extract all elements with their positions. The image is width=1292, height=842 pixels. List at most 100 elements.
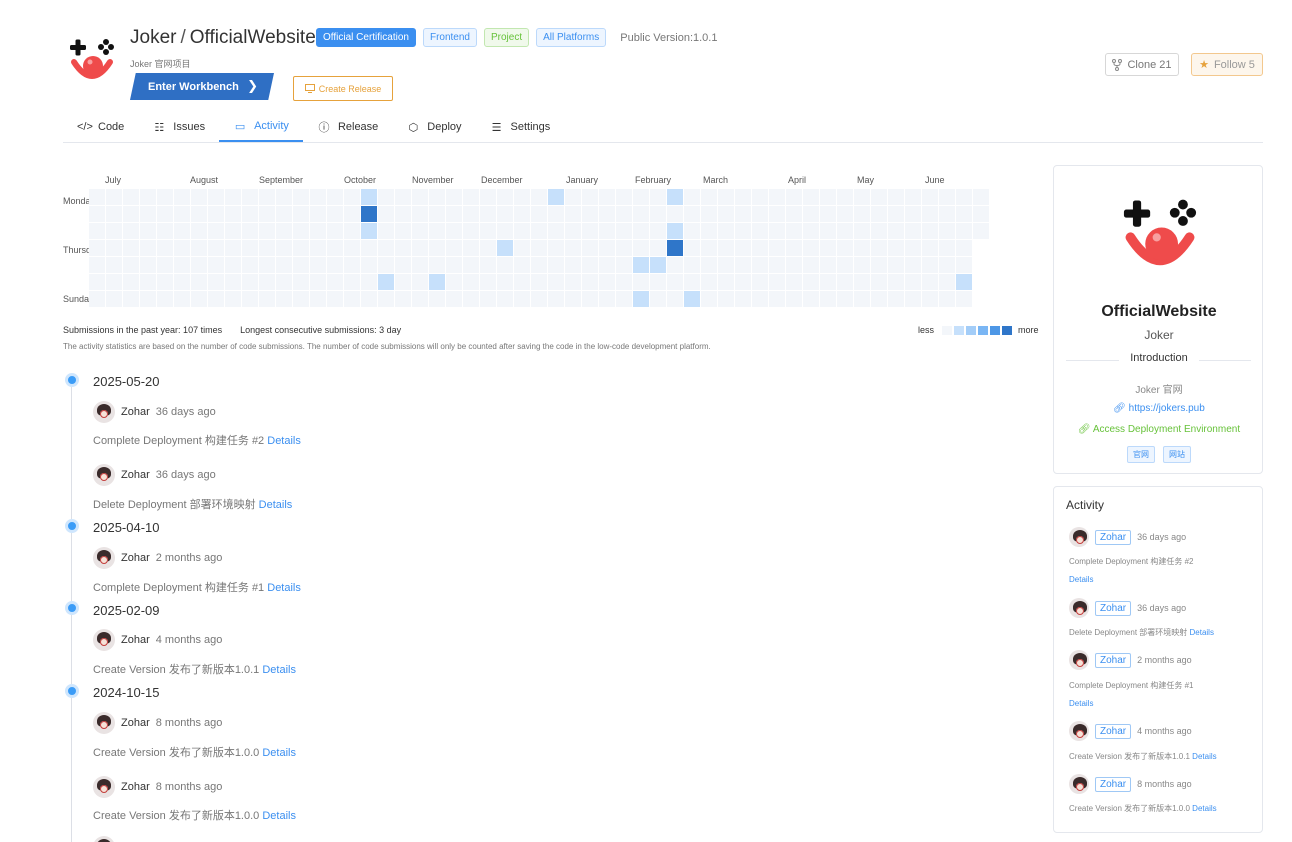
heatmap-cell[interactable] xyxy=(939,206,955,222)
details-link[interactable]: Details xyxy=(262,810,296,822)
heatmap-cell[interactable] xyxy=(412,274,428,290)
heatmap-cell[interactable] xyxy=(820,240,836,256)
heatmap-cell[interactable] xyxy=(803,274,819,290)
heatmap-cell[interactable] xyxy=(905,223,921,239)
heatmap-cell[interactable] xyxy=(718,274,734,290)
heatmap-cell[interactable] xyxy=(922,274,938,290)
heatmap-cell[interactable] xyxy=(871,240,887,256)
heatmap-cell[interactable] xyxy=(582,257,598,273)
heatmap-cell[interactable] xyxy=(327,206,343,222)
heatmap-cell[interactable] xyxy=(667,257,683,273)
heatmap-cell[interactable] xyxy=(752,189,768,205)
heatmap-cell[interactable] xyxy=(616,223,632,239)
heatmap-cell[interactable] xyxy=(497,206,513,222)
heatmap-cell[interactable] xyxy=(871,189,887,205)
heatmap-cell[interactable] xyxy=(565,274,581,290)
heatmap-cell[interactable] xyxy=(89,240,105,256)
heatmap-cell[interactable] xyxy=(480,189,496,205)
heatmap-cell[interactable] xyxy=(786,240,802,256)
heatmap-cell[interactable] xyxy=(446,291,462,307)
heatmap-cell[interactable] xyxy=(786,291,802,307)
heatmap-cell[interactable] xyxy=(684,274,700,290)
heatmap-cell[interactable] xyxy=(633,240,649,256)
heatmap-cell[interactable] xyxy=(344,189,360,205)
heatmap-cell[interactable] xyxy=(327,223,343,239)
heatmap-cell[interactable] xyxy=(871,291,887,307)
heatmap-cell[interactable] xyxy=(888,240,904,256)
heatmap-cell[interactable] xyxy=(684,206,700,222)
heatmap-cell[interactable] xyxy=(633,257,649,273)
heatmap-cell[interactable] xyxy=(650,189,666,205)
heatmap-cell[interactable] xyxy=(140,274,156,290)
heatmap-cell[interactable] xyxy=(463,223,479,239)
heatmap-cell[interactable] xyxy=(769,257,785,273)
heatmap-cell[interactable] xyxy=(854,240,870,256)
heatmap-cell[interactable] xyxy=(259,291,275,307)
heatmap-cell[interactable] xyxy=(225,240,241,256)
tab-deploy[interactable]: ⬡ Deploy xyxy=(392,112,475,142)
heatmap-cell[interactable] xyxy=(803,206,819,222)
heatmap-cell[interactable] xyxy=(412,291,428,307)
heatmap-cell[interactable] xyxy=(803,223,819,239)
heatmap-cell[interactable] xyxy=(514,223,530,239)
heatmap-cell[interactable] xyxy=(327,240,343,256)
heatmap-cell[interactable] xyxy=(106,240,122,256)
heatmap-cell[interactable] xyxy=(956,206,972,222)
heatmap-cell[interactable] xyxy=(514,206,530,222)
heatmap-cell[interactable] xyxy=(327,257,343,273)
heatmap-cell[interactable] xyxy=(871,274,887,290)
heatmap-cell[interactable] xyxy=(667,291,683,307)
heatmap-cell[interactable] xyxy=(191,274,207,290)
heatmap-cell[interactable] xyxy=(293,257,309,273)
heatmap-cell[interactable] xyxy=(939,291,955,307)
heatmap-cell[interactable] xyxy=(242,189,258,205)
heatmap-cell[interactable] xyxy=(565,257,581,273)
homepage-link[interactable]: 🔗︎ https://jokers.pub xyxy=(1054,403,1264,414)
heatmap-cell[interactable] xyxy=(820,206,836,222)
heatmap-cell[interactable] xyxy=(157,206,173,222)
heatmap-cell[interactable] xyxy=(786,223,802,239)
heatmap-cell[interactable] xyxy=(667,206,683,222)
tab-activity[interactable]: ▭ Activity xyxy=(219,112,303,142)
heatmap-cell[interactable] xyxy=(922,291,938,307)
heatmap-cell[interactable] xyxy=(752,240,768,256)
heatmap-cell[interactable] xyxy=(837,291,853,307)
heatmap-cell[interactable] xyxy=(633,274,649,290)
heatmap-cell[interactable] xyxy=(531,206,547,222)
heatmap-cell[interactable] xyxy=(888,223,904,239)
heatmap-cell[interactable] xyxy=(701,291,717,307)
heatmap-cell[interactable] xyxy=(89,291,105,307)
heatmap-cell[interactable] xyxy=(208,206,224,222)
heatmap-cell[interactable] xyxy=(803,291,819,307)
user-name[interactable]: Zohar xyxy=(121,634,150,646)
heatmap-cell[interactable] xyxy=(565,240,581,256)
heatmap-cell[interactable] xyxy=(412,189,428,205)
heatmap-cell[interactable] xyxy=(531,291,547,307)
heatmap-cell[interactable] xyxy=(208,274,224,290)
heatmap-cell[interactable] xyxy=(956,291,972,307)
heatmap-cell[interactable] xyxy=(854,189,870,205)
heatmap-cell[interactable] xyxy=(837,240,853,256)
heatmap-cell[interactable] xyxy=(276,240,292,256)
heatmap-cell[interactable] xyxy=(140,223,156,239)
heatmap-cell[interactable] xyxy=(905,240,921,256)
heatmap-cell[interactable] xyxy=(446,223,462,239)
heatmap-cell[interactable] xyxy=(429,274,445,290)
user-name[interactable]: Zohar xyxy=(121,406,150,418)
heatmap-cell[interactable] xyxy=(735,274,751,290)
heatmap-cell[interactable] xyxy=(837,189,853,205)
heatmap-cell[interactable] xyxy=(378,223,394,239)
heatmap-cell[interactable] xyxy=(565,189,581,205)
heatmap-cell[interactable] xyxy=(735,223,751,239)
heatmap-cell[interactable] xyxy=(361,257,377,273)
user-name-tag[interactable]: Zohar xyxy=(1095,776,1132,792)
avatar[interactable] xyxy=(93,712,115,734)
heatmap-cell[interactable] xyxy=(310,206,326,222)
heatmap-cell[interactable] xyxy=(395,223,411,239)
heatmap-cell[interactable] xyxy=(769,206,785,222)
heatmap-cell[interactable] xyxy=(242,291,258,307)
heatmap-cell[interactable] xyxy=(106,291,122,307)
heatmap-cell[interactable] xyxy=(378,189,394,205)
heatmap-cell[interactable] xyxy=(548,291,564,307)
heatmap-cell[interactable] xyxy=(939,240,955,256)
